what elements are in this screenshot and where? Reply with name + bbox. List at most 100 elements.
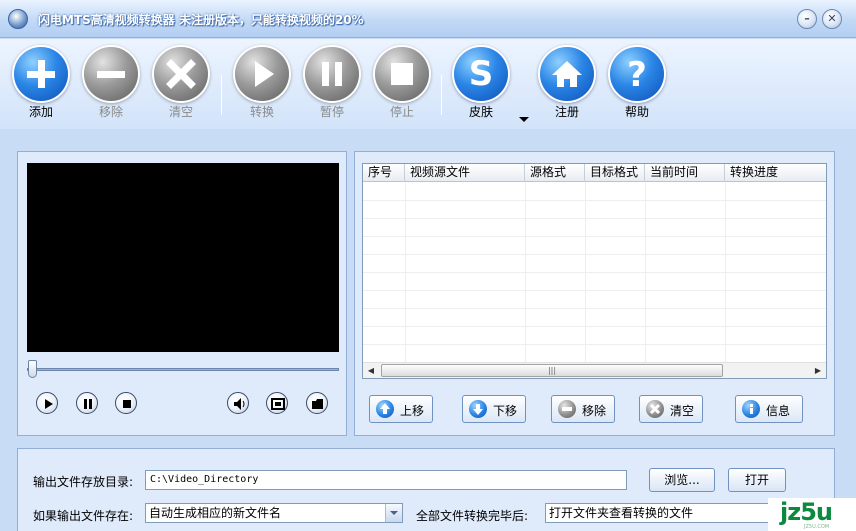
- seek-thumb[interactable]: [28, 360, 37, 378]
- list-remove-button[interactable]: 移除: [551, 395, 615, 423]
- x-icon: [154, 47, 208, 101]
- scroll-right-icon[interactable]: ▶: [810, 363, 826, 378]
- add-button[interactable]: 添加: [11, 47, 71, 123]
- list-clear-button[interactable]: 清空: [639, 395, 703, 423]
- pause-icon: [305, 47, 359, 101]
- watermark-logo-text: jz5u: [780, 498, 833, 526]
- register-button[interactable]: 注册: [537, 47, 597, 123]
- home-icon: [540, 47, 594, 101]
- arrow-up-icon: [376, 400, 394, 418]
- player-stop-button[interactable]: [115, 392, 137, 414]
- file-list-panel: 序号 视频源文件 源格式 目标格式 当前时间 转换进度 ◀ ||| ▶ 上移 下…: [354, 151, 835, 436]
- minimize-button[interactable]: –: [797, 9, 817, 29]
- stop-button[interactable]: 停止: [372, 47, 432, 123]
- output-dir-label: 输出文件存放目录:: [33, 475, 134, 489]
- horizontal-scrollbar[interactable]: ◀ ||| ▶: [363, 362, 826, 378]
- grid-row-line: [363, 326, 826, 327]
- column-source-file[interactable]: 视频源文件: [405, 164, 525, 182]
- folder-icon: [312, 399, 323, 409]
- title-bar: 闪电MTS高清视频转换器 未注册版本，只能转换视频的20% – ✕: [0, 0, 856, 38]
- player-play-button[interactable]: [36, 392, 58, 414]
- volume-button[interactable]: [227, 392, 249, 414]
- close-button[interactable]: ✕: [822, 9, 842, 29]
- pause-button[interactable]: 暂停: [302, 47, 362, 123]
- grid-column-line: [525, 182, 526, 363]
- browse-button[interactable]: 浏览...: [649, 468, 715, 492]
- toolbar: 添加 移除 清空 转换 暂停 停止 S 皮肤 注册 ? 帮助: [0, 39, 856, 129]
- player-pause-button[interactable]: [76, 392, 98, 414]
- plus-icon: [14, 47, 68, 101]
- svg-text:S: S: [469, 54, 494, 94]
- move-up-label: 上移: [400, 404, 425, 418]
- info-label: 信息: [766, 404, 791, 418]
- watermark-sub-text: JZ5U.COM: [804, 524, 830, 530]
- column-source-format[interactable]: 源格式: [525, 164, 585, 182]
- open-folder-button[interactable]: [306, 392, 328, 414]
- snapshot-button[interactable]: [266, 392, 288, 414]
- stop-label: 停止: [389, 105, 414, 119]
- help-label: 帮助: [624, 105, 649, 119]
- x-icon: [646, 400, 664, 418]
- move-down-label: 下移: [493, 404, 518, 418]
- snapshot-icon: [271, 398, 285, 410]
- after-convert-label: 全部文件转换完毕后:: [416, 509, 529, 523]
- skin-dropdown-arrow-icon[interactable]: [519, 117, 529, 122]
- skin-button[interactable]: S 皮肤: [451, 47, 511, 123]
- seek-bar[interactable]: [27, 368, 339, 371]
- convert-label: 转换: [249, 105, 274, 119]
- if-exists-value: 自动生成相应的新文件名: [149, 506, 282, 520]
- help-button[interactable]: ? 帮助: [607, 47, 667, 123]
- grid-row-line: [363, 272, 826, 273]
- skin-s-icon: S: [454, 47, 508, 101]
- grid-column-line: [585, 182, 586, 363]
- chevron-down-icon[interactable]: [385, 504, 402, 522]
- window-title: 闪电MTS高清视频转换器 未注册版本，只能转换视频的20%: [38, 13, 364, 27]
- remove-label: 移除: [98, 105, 123, 119]
- play-icon: [45, 399, 53, 409]
- grid-row-line: [363, 236, 826, 237]
- move-up-button[interactable]: 上移: [369, 395, 433, 423]
- column-index[interactable]: 序号: [363, 164, 405, 182]
- stop-icon: [123, 400, 131, 408]
- site-watermark: jz5u JZ5U.COM: [768, 498, 856, 531]
- table-header: 序号 视频源文件 源格式 目标格式 当前时间 转换进度: [363, 164, 826, 182]
- grid-row-line: [363, 200, 826, 201]
- column-progress[interactable]: 转换进度: [725, 164, 826, 182]
- grid-row-line: [363, 218, 826, 219]
- scroll-left-icon[interactable]: ◀: [363, 363, 379, 378]
- scroll-thumb[interactable]: |||: [381, 364, 723, 377]
- video-preview-panel: [17, 151, 347, 436]
- stop-icon: [375, 47, 429, 101]
- svg-text:?: ?: [627, 55, 647, 95]
- app-icon: [8, 9, 28, 29]
- grid-row-line: [363, 254, 826, 255]
- skin-label: 皮肤: [468, 105, 493, 119]
- file-table[interactable]: 序号 视频源文件 源格式 目标格式 当前时间 转换进度 ◀ ||| ▶: [362, 163, 827, 379]
- open-dir-button[interactable]: 打开: [728, 468, 786, 492]
- move-down-button[interactable]: 下移: [462, 395, 526, 423]
- play-icon: [235, 47, 289, 101]
- grid-row-line: [363, 290, 826, 291]
- if-exists-select[interactable]: 自动生成相应的新文件名: [145, 503, 403, 523]
- toolbar-separator: [221, 75, 222, 115]
- list-remove-label: 移除: [582, 404, 607, 418]
- minus-icon: [558, 400, 576, 418]
- clear-button[interactable]: 清空: [151, 47, 211, 123]
- video-screen: [27, 163, 339, 352]
- after-convert-select[interactable]: 打开文件夹查看转换的文件: [545, 503, 795, 523]
- output-dir-field[interactable]: C:\Video_Directory: [145, 470, 627, 490]
- grid-row-line: [363, 308, 826, 309]
- remove-button[interactable]: 移除: [81, 47, 141, 123]
- pause-icon: [84, 399, 92, 409]
- add-label: 添加: [28, 105, 53, 119]
- info-button[interactable]: 信息: [735, 395, 803, 423]
- clear-label: 清空: [168, 105, 193, 119]
- info-icon: [742, 400, 760, 418]
- column-current-time[interactable]: 当前时间: [645, 164, 725, 182]
- column-target-format[interactable]: 目标格式: [585, 164, 645, 182]
- convert-button[interactable]: 转换: [232, 47, 292, 123]
- question-icon: ?: [610, 47, 664, 101]
- toolbar-separator: [441, 75, 442, 115]
- pause-label: 暂停: [319, 105, 344, 119]
- register-label: 注册: [554, 105, 579, 119]
